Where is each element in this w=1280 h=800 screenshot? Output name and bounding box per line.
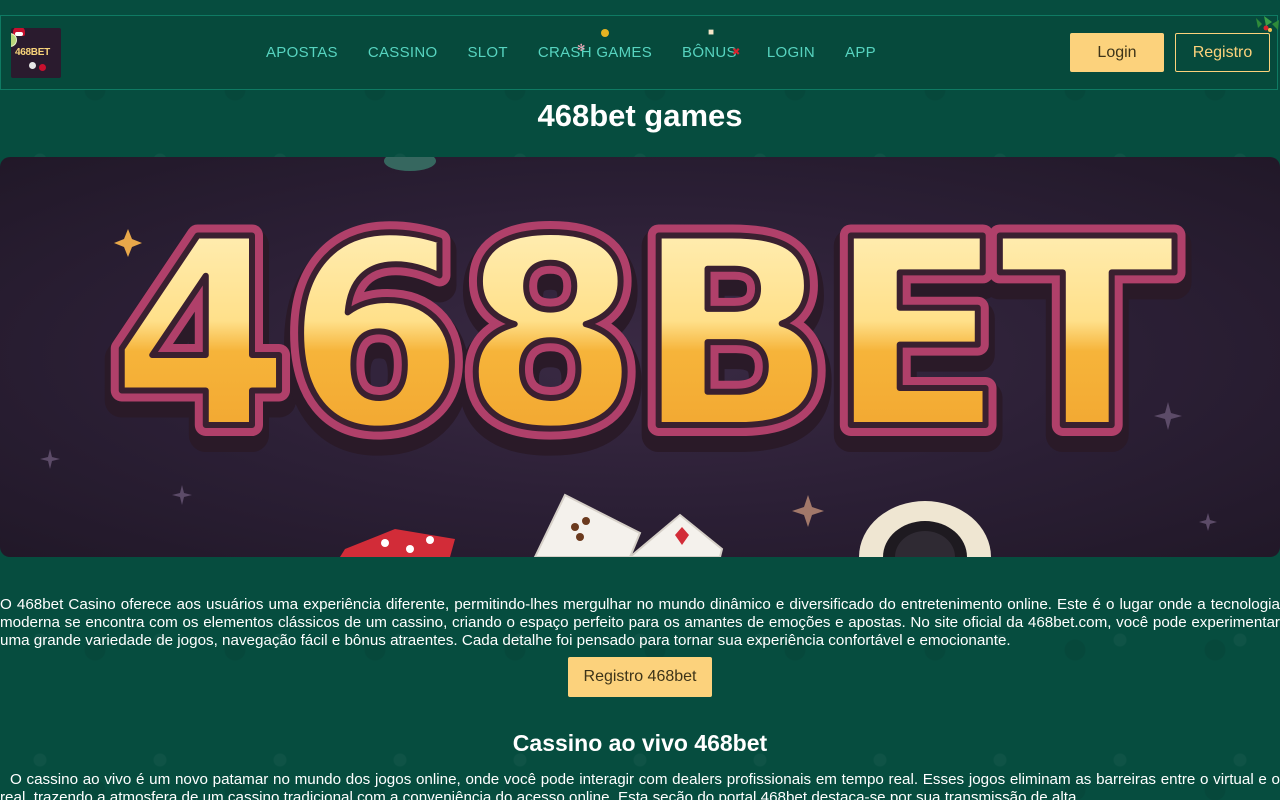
site-header: 468BET APOSTAS CASSINO SLOT CRASH GAMES … [0, 15, 1278, 90]
playing-card-icon [533, 493, 724, 557]
ornament-icon [601, 29, 609, 37]
holly-icon [1256, 16, 1279, 32]
nav-item-app[interactable]: APP [845, 44, 876, 61]
hero-banner: 468BET 468BET 468BET [0, 157, 1280, 557]
register-button[interactable]: Registro [1175, 33, 1270, 72]
register-cta-button[interactable]: Registro 468bet [568, 657, 712, 697]
section-title: Cassino ao vivo 468bet [512, 730, 768, 756]
snowflake-icon: ✻ [577, 43, 586, 54]
page: 468BET APOSTAS CASSINO SLOT CRASH GAMES … [0, 0, 1280, 800]
intro-paragraph: O 468bet Casino oferece aos usuários uma… [0, 596, 1280, 649]
bow-icon: ✖ [732, 47, 741, 58]
nav-item-bonus[interactable]: BÔNUS [682, 44, 737, 61]
banner-logo-text: 468BET [110, 185, 1177, 487]
nav-item-crash-games[interactable]: CRASH GAMES [538, 44, 652, 61]
main-nav: APOSTAS CASSINO SLOT CRASH GAMES BÔNUS L… [266, 44, 876, 61]
chip-icon [29, 62, 36, 69]
poker-chip-icon [859, 501, 991, 557]
nav-item-apostas[interactable]: APOSTAS [266, 44, 338, 61]
dice-icon [340, 529, 455, 557]
site-logo[interactable]: 468BET [11, 28, 61, 78]
page-title: 468bet games [537, 98, 743, 133]
nav-item-cassino[interactable]: CASSINO [368, 44, 438, 61]
login-button[interactable]: Login [1070, 33, 1164, 72]
nav-item-slot[interactable]: SLOT [467, 44, 507, 61]
nav-item-login[interactable]: LOGIN [767, 44, 815, 61]
gift-icon: ■ [708, 27, 715, 38]
section-paragraph: O cassino ao vivo é um novo patamar no m… [0, 771, 1280, 800]
logo-text: 468BET [15, 47, 50, 58]
chip-icon [39, 64, 46, 71]
